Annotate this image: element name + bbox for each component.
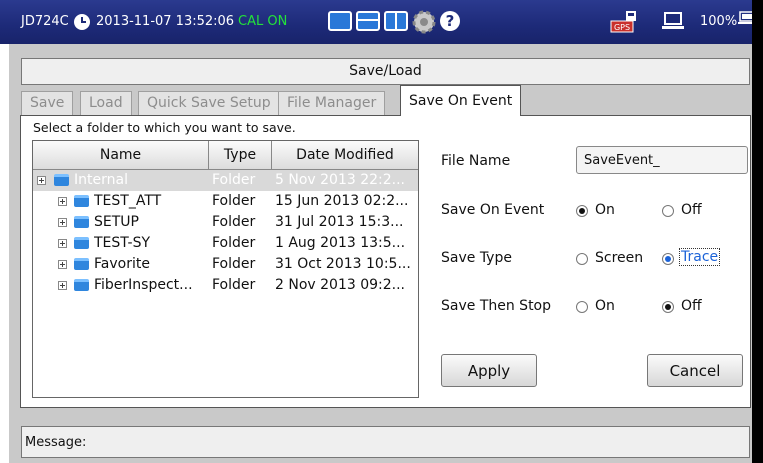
main-window: Save/Load Save Load Quick Save Setup Fil…	[9, 44, 752, 463]
save-then-stop-on-label[interactable]: On	[595, 298, 615, 314]
save-on-event-on-radio[interactable]	[576, 205, 588, 217]
expand-icon[interactable]	[58, 281, 67, 290]
save-type-screen-label[interactable]: Screen	[595, 250, 643, 266]
save-on-event-on-label[interactable]: On	[595, 202, 615, 218]
battery-percent: 100%	[700, 14, 738, 29]
column-header-type[interactable]: Type	[209, 141, 272, 170]
save-type-trace-label[interactable]: Trace	[679, 248, 721, 266]
expand-icon[interactable]	[37, 176, 46, 185]
svg-text:?: ?	[446, 12, 455, 30]
column-header-date-modified[interactable]: Date Modified	[272, 141, 418, 170]
row-type: Folder	[212, 235, 256, 251]
tree-row-internal[interactable]: Internal Folder 5 Nov 2013 22:2...	[33, 170, 418, 191]
message-label: Message:	[25, 435, 87, 450]
tab-quick-save-setup[interactable]: Quick Save Setup	[138, 91, 280, 115]
folder-icon	[74, 216, 89, 228]
save-on-event-off-radio[interactable]	[662, 205, 674, 217]
instruction-text: Select a folder to which you want to sav…	[33, 120, 296, 135]
tree-row-favorite[interactable]: Favorite Folder 31 Oct 2013 10:5...	[33, 254, 418, 275]
tree-row-setup[interactable]: SETUP Folder 31 Jul 2013 15:3...	[33, 212, 418, 233]
expand-icon[interactable]	[58, 239, 67, 248]
tree-row-test-sy[interactable]: TEST-SY Folder 1 Aug 2013 13:5...	[33, 233, 418, 254]
row-date: 31 Oct 2013 10:5...	[275, 256, 411, 272]
save-on-event-panel: Select a folder to which you want to sav…	[20, 115, 751, 408]
tree-row-fiberinspect[interactable]: FiberInspect... Folder 2 Nov 2013 09:2..…	[33, 275, 418, 296]
row-date: 31 Jul 2013 15:3...	[275, 214, 404, 230]
row-name: SETUP	[94, 214, 139, 230]
folder-tree[interactable]: Name Type Date Modified Internal Folder …	[32, 140, 419, 398]
row-name: TEST_ATT	[94, 193, 162, 209]
model-label: JD724C	[21, 14, 69, 29]
datetime-label: 2013-11-07 13:52:06	[96, 14, 235, 29]
row-type: Folder	[212, 256, 256, 272]
window-title: Save/Load	[21, 58, 750, 85]
svg-text:GPS: GPS	[614, 23, 630, 32]
save-then-stop-off-radio[interactable]	[662, 301, 674, 313]
folder-icon	[74, 195, 89, 207]
message-bar: Message:	[21, 426, 750, 458]
folder-icon	[74, 237, 89, 249]
column-header-name[interactable]: Name	[33, 141, 209, 170]
row-date: 5 Nov 2013 22:2...	[275, 172, 405, 188]
row-type: Folder	[212, 172, 256, 188]
split-view-icon[interactable]	[384, 11, 408, 31]
folder-icon	[74, 279, 89, 291]
gps-usb-icon: GPS	[610, 11, 636, 33]
save-then-stop-on-radio[interactable]	[576, 301, 588, 313]
row-date: 1 Aug 2013 13:5...	[275, 235, 406, 251]
row-type: Folder	[212, 214, 256, 230]
folder-icon	[74, 258, 89, 270]
save-type-label: Save Type	[441, 250, 512, 266]
tree-row-test-att[interactable]: TEST_ATT Folder 15 Jun 2013 02:2...	[33, 191, 418, 212]
row-type: Folder	[212, 193, 256, 209]
tab-load[interactable]: Load	[80, 91, 132, 115]
save-type-trace-radio[interactable]	[662, 253, 674, 265]
save-then-stop-label: Save Then Stop	[441, 298, 552, 314]
row-name: Internal	[74, 172, 128, 188]
folder-icon	[54, 174, 69, 186]
settings-gear-icon[interactable]	[411, 9, 437, 35]
row-type: Folder	[212, 277, 256, 293]
expand-icon[interactable]	[58, 260, 67, 269]
screen-icon	[662, 12, 684, 29]
save-on-event-label: Save On Event	[441, 202, 545, 218]
row-name: Favorite	[94, 256, 150, 272]
status-bar: JD724C 2013-11-07 13:52:06 CAL ON ? GPS …	[0, 0, 763, 463]
save-type-screen-radio[interactable]	[576, 253, 588, 265]
dual-view-icon[interactable]	[356, 11, 380, 31]
file-name-input[interactable]	[576, 146, 748, 174]
clock-icon	[74, 14, 90, 30]
tab-file-manager[interactable]: File Manager	[278, 91, 386, 115]
save-on-event-off-label[interactable]: Off	[681, 202, 702, 218]
row-date: 2 Nov 2013 09:2...	[275, 277, 405, 293]
expand-icon[interactable]	[58, 218, 67, 227]
row-name: FiberInspect...	[94, 277, 193, 293]
save-then-stop-off-label[interactable]: Off	[681, 298, 702, 314]
row-date: 15 Jun 2013 02:2...	[275, 193, 409, 209]
tab-save-on-event[interactable]: Save On Event	[400, 85, 522, 116]
apply-button[interactable]: Apply	[441, 354, 537, 387]
tab-save[interactable]: Save	[21, 91, 74, 115]
cal-status: CAL ON	[238, 14, 288, 29]
expand-icon[interactable]	[58, 197, 67, 206]
help-icon[interactable]: ?	[439, 10, 461, 32]
row-name: TEST-SY	[94, 235, 151, 251]
cancel-button[interactable]: Cancel	[647, 354, 743, 387]
file-name-label: File Name	[441, 153, 511, 169]
single-view-icon[interactable]	[328, 11, 352, 31]
